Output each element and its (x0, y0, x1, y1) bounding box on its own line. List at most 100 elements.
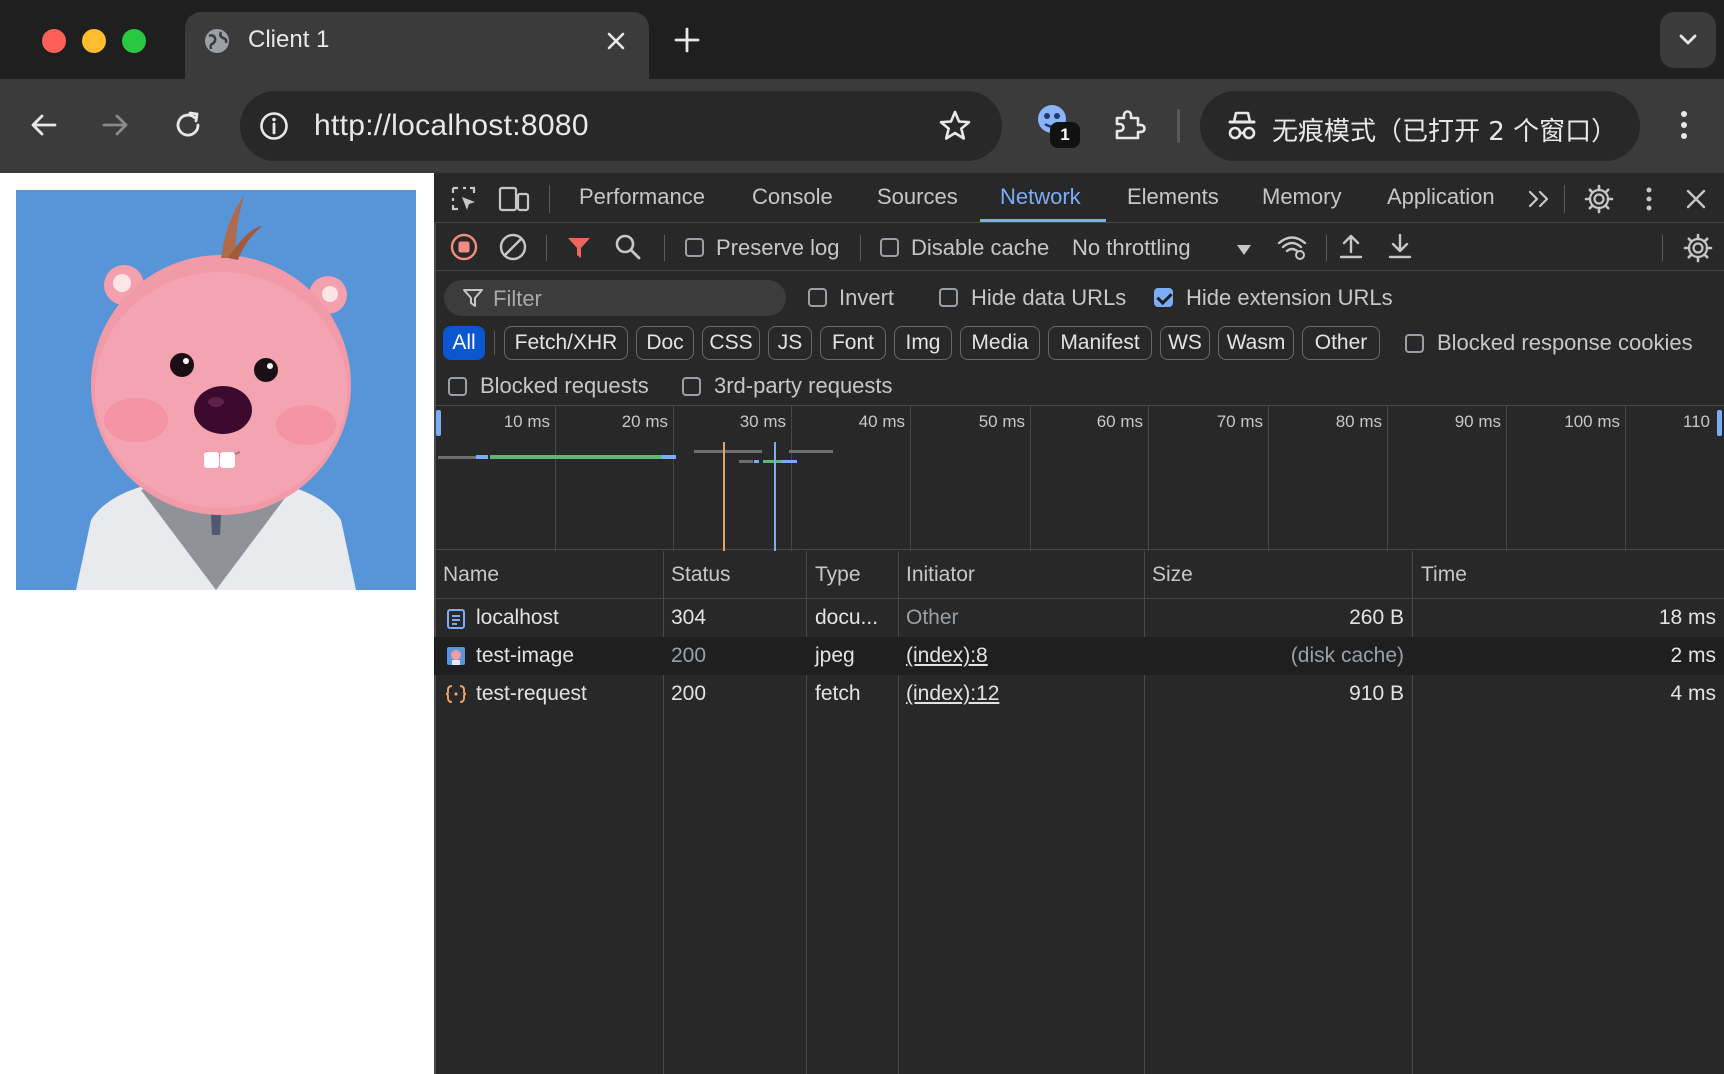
row-status: 200 (671, 644, 707, 667)
network-conditions-icon[interactable] (1276, 233, 1308, 261)
blocked-response-cookies-checkbox[interactable] (1405, 334, 1424, 353)
chip-divider (494, 331, 495, 355)
third-party-requests-checkbox[interactable] (682, 377, 701, 396)
column-header-initiator[interactable]: Initiator (906, 563, 975, 587)
tab-application[interactable]: Application (1387, 184, 1495, 210)
toolbar-divider (1662, 235, 1663, 261)
preserve-log-checkbox[interactable] (685, 238, 704, 257)
window-maximize-button[interactable] (122, 29, 146, 53)
tab-performance[interactable]: Performance (579, 184, 705, 210)
row-status: 304 (671, 606, 707, 629)
table-row[interactable]: test-request 200 fetch (index):12 910 B … (434, 675, 1724, 713)
row-name: test-image (476, 644, 575, 667)
back-arrow-icon[interactable] (28, 109, 60, 141)
timeline-gridline (1030, 406, 1031, 551)
timeline-tick-label: 60 ms (1096, 412, 1143, 431)
puzzle-extensions-icon[interactable] (1111, 107, 1147, 143)
globe-icon (205, 29, 229, 53)
tab-divider (549, 185, 550, 213)
address-bar[interactable]: http://localhost:8080 (240, 91, 1002, 161)
site-info-icon[interactable] (258, 110, 290, 142)
timeline-tick-label: 20 ms (621, 412, 668, 431)
row-initiator: Other (906, 606, 959, 629)
row-initiator-link[interactable]: (index):12 (906, 682, 999, 706)
incognito-indicator[interactable]: 无痕模式（已打开 2 个窗口） (1200, 91, 1640, 161)
chip-other[interactable]: Other (1302, 326, 1380, 360)
throttling-select[interactable]: No throttling (1072, 235, 1191, 261)
inspect-element-icon[interactable] (450, 185, 478, 213)
filter-input[interactable]: Filter (444, 280, 786, 316)
new-tab-plus-icon[interactable] (673, 26, 701, 54)
tab-search-button[interactable] (1660, 12, 1716, 68)
filter-funnel-icon[interactable] (566, 235, 592, 261)
chip-ws[interactable]: WS (1160, 326, 1210, 360)
row-size: 260 B (1349, 606, 1404, 629)
dropdown-arrow-icon[interactable] (1236, 244, 1252, 256)
tab-network[interactable]: Network (1000, 184, 1081, 210)
window-minimize-button[interactable] (82, 29, 106, 53)
tab-console[interactable]: Console (752, 184, 833, 210)
browser-menu-icon[interactable] (1668, 107, 1700, 143)
timeline-tick-label: 50 ms (978, 412, 1025, 431)
table-row[interactable]: test-image 200 jpeg (index):8 (disk cach… (434, 637, 1724, 675)
column-header-status[interactable]: Status (671, 563, 731, 587)
close-devtools-icon[interactable] (1684, 187, 1708, 211)
chip-img[interactable]: Img (894, 326, 952, 360)
chip-doc[interactable]: Doc (636, 326, 694, 360)
invert-checkbox[interactable] (808, 288, 827, 307)
chip-js[interactable]: JS (768, 326, 812, 360)
forward-arrow-icon[interactable] (99, 109, 131, 141)
chip-css[interactable]: CSS (702, 326, 760, 360)
column-header-time[interactable]: Time (1421, 563, 1467, 587)
filter-funnel-icon (463, 289, 483, 307)
disable-cache-checkbox[interactable] (880, 238, 899, 257)
timeline-left-handle[interactable] (436, 410, 441, 436)
hide-extension-urls-checkbox[interactable] (1154, 288, 1173, 307)
search-icon[interactable] (614, 233, 642, 261)
tab-sources[interactable]: Sources (877, 184, 958, 210)
record-stop-icon[interactable] (450, 233, 478, 261)
chip-font[interactable]: Font (820, 326, 886, 360)
export-har-icon[interactable] (1387, 232, 1413, 260)
clear-log-icon[interactable] (499, 233, 527, 261)
extension-button[interactable]: 1 (1036, 103, 1080, 148)
chip-fetch-xhr[interactable]: Fetch/XHR (504, 326, 628, 360)
browser-tab[interactable]: Client 1 (185, 12, 649, 79)
timeline-bar (476, 455, 488, 459)
chip-all[interactable]: All (443, 326, 485, 360)
device-toolbar-icon[interactable] (498, 185, 530, 213)
row-time: 18 ms (1658, 606, 1716, 629)
row-size: (disk cache) (1290, 644, 1404, 667)
network-toolbar: Preserve log Disable cache No throttling (434, 223, 1724, 271)
load-event-marker (774, 442, 776, 551)
chip-manifest[interactable]: Manifest (1048, 326, 1152, 360)
column-header-size[interactable]: Size (1152, 563, 1193, 587)
document-icon (447, 609, 465, 629)
url-text[interactable]: http://localhost:8080 (314, 109, 589, 143)
bookmark-star-icon[interactable] (938, 109, 972, 143)
window-close-button[interactable] (42, 29, 66, 53)
beaver-character-image (16, 190, 416, 590)
blocked-requests-checkbox[interactable] (448, 377, 467, 396)
import-har-icon[interactable] (1338, 232, 1364, 260)
timeline-gridline (1506, 406, 1507, 551)
close-icon[interactable] (605, 30, 627, 52)
filter-placeholder: Filter (493, 286, 542, 311)
network-settings-gear-icon[interactable] (1683, 233, 1713, 263)
settings-gear-icon[interactable] (1584, 184, 1614, 214)
reload-icon[interactable] (172, 109, 204, 141)
column-header-type[interactable]: Type (815, 563, 861, 587)
chip-media[interactable]: Media (960, 326, 1040, 360)
hide-data-urls-checkbox[interactable] (939, 288, 958, 307)
row-initiator-link[interactable]: (index):8 (906, 644, 988, 668)
request-table-header: Name Status Type Initiator Size Time (434, 551, 1724, 599)
column-header-name[interactable]: Name (443, 563, 499, 587)
timeline-right-handle[interactable] (1717, 410, 1722, 436)
devtools-more-options-icon[interactable] (1640, 185, 1658, 213)
tab-elements[interactable]: Elements (1127, 184, 1219, 210)
tab-memory[interactable]: Memory (1262, 184, 1341, 210)
more-tabs-chevron-icon[interactable] (1527, 189, 1553, 209)
chip-wasm[interactable]: Wasm (1218, 326, 1294, 360)
network-timeline-overview[interactable]: 10 ms 20 ms 30 ms 40 ms 50 ms 60 ms 70 m… (434, 405, 1724, 551)
table-row[interactable]: localhost 304 docu... Other 260 B 18 ms (434, 599, 1724, 637)
